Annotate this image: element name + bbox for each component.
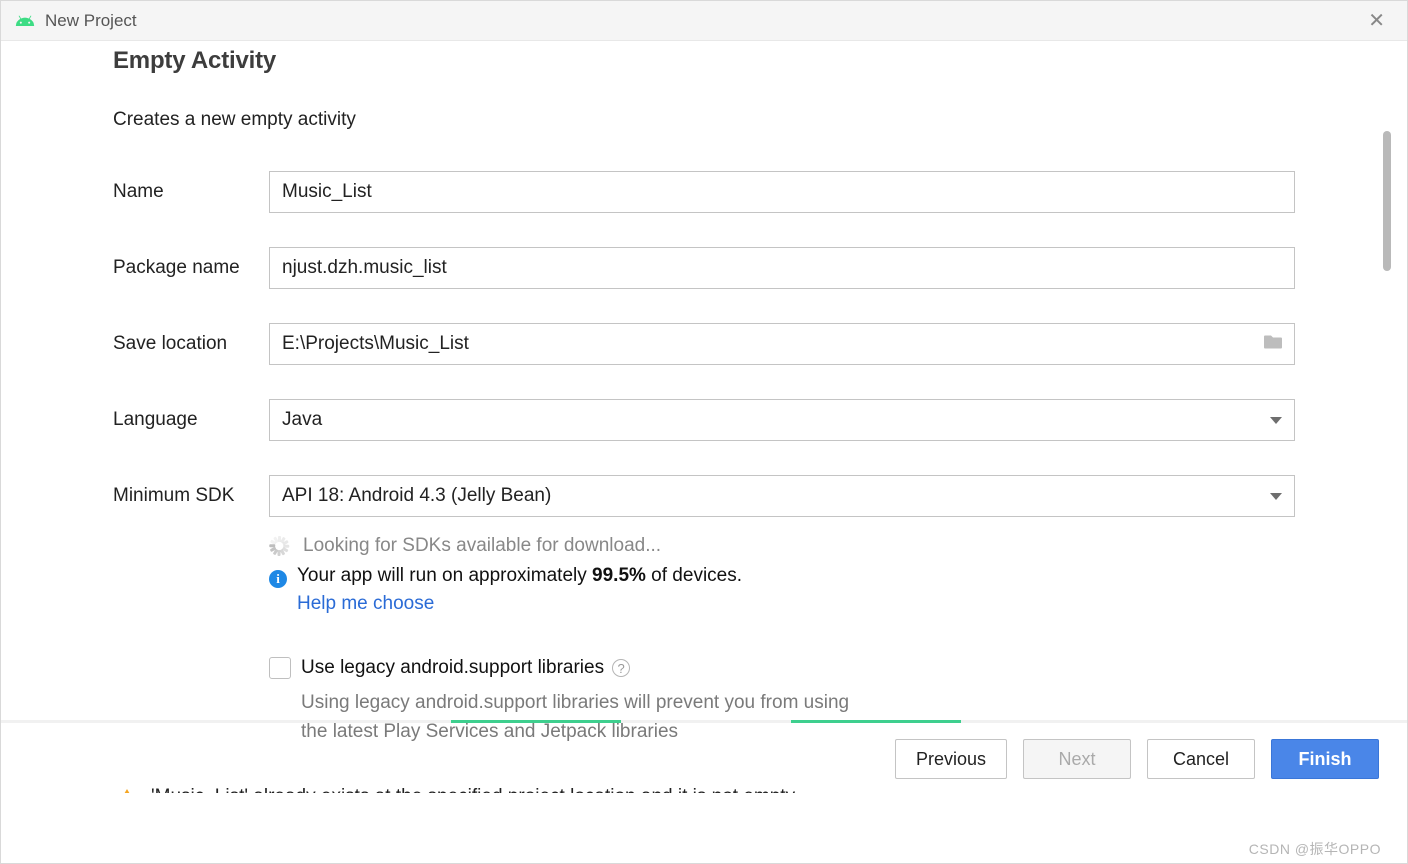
package-input[interactable]: njust.dzh.music_list — [269, 247, 1295, 289]
next-button: Next — [1023, 739, 1131, 779]
warning-icon — [117, 789, 137, 794]
close-icon[interactable]: ✕ — [1360, 4, 1393, 37]
dialog-buttons: Previous Next Cancel Finish — [895, 739, 1379, 779]
warning-row: 'Music_List' already exists at the speci… — [113, 786, 1295, 793]
help-icon[interactable]: ? — [612, 659, 630, 677]
name-input[interactable]: Music_List — [269, 171, 1295, 213]
package-label: Package name — [113, 257, 269, 279]
template-heading: Empty Activity — [113, 47, 1295, 75]
template-subtitle: Creates a new empty activity — [113, 109, 1295, 131]
new-project-dialog: New Project ✕ Empty Activity Creates a n… — [0, 0, 1408, 864]
previous-button[interactable]: Previous — [895, 739, 1007, 779]
window-title: New Project — [45, 11, 1360, 31]
scrollbar-thumb[interactable] — [1383, 131, 1391, 271]
name-label: Name — [113, 181, 269, 203]
legacy-support-label: Use legacy android.support libraries — [301, 657, 604, 679]
spinner-icon — [269, 536, 289, 556]
legacy-support-checkbox[interactable] — [269, 657, 291, 679]
titlebar: New Project ✕ — [1, 1, 1407, 41]
help-me-choose-link[interactable]: Help me choose — [297, 593, 434, 615]
location-input[interactable]: E:\Projects\Music_List — [269, 323, 1295, 365]
language-select[interactable]: Java — [269, 399, 1295, 441]
finish-button[interactable]: Finish — [1271, 739, 1379, 779]
device-coverage-info: i Your app will run on approximately 99.… — [269, 565, 1295, 587]
cancel-button[interactable]: Cancel — [1147, 739, 1255, 779]
language-label: Language — [113, 409, 269, 431]
chevron-down-icon — [1270, 493, 1282, 500]
legacy-support-hint: Using legacy android.support libraries w… — [301, 689, 1295, 746]
location-label: Save location — [113, 333, 269, 355]
chevron-down-icon — [1270, 417, 1282, 424]
minsdk-select[interactable]: API 18: Android 4.3 (Jelly Bean) — [269, 475, 1295, 517]
android-icon — [15, 11, 35, 31]
minsdk-label: Minimum SDK — [113, 485, 269, 507]
sdk-loading-row: Looking for SDKs available for download.… — [269, 535, 1295, 557]
watermark: CSDN @振华OPPO — [1249, 839, 1381, 859]
folder-icon[interactable] — [1263, 334, 1283, 355]
info-icon: i — [269, 570, 287, 588]
